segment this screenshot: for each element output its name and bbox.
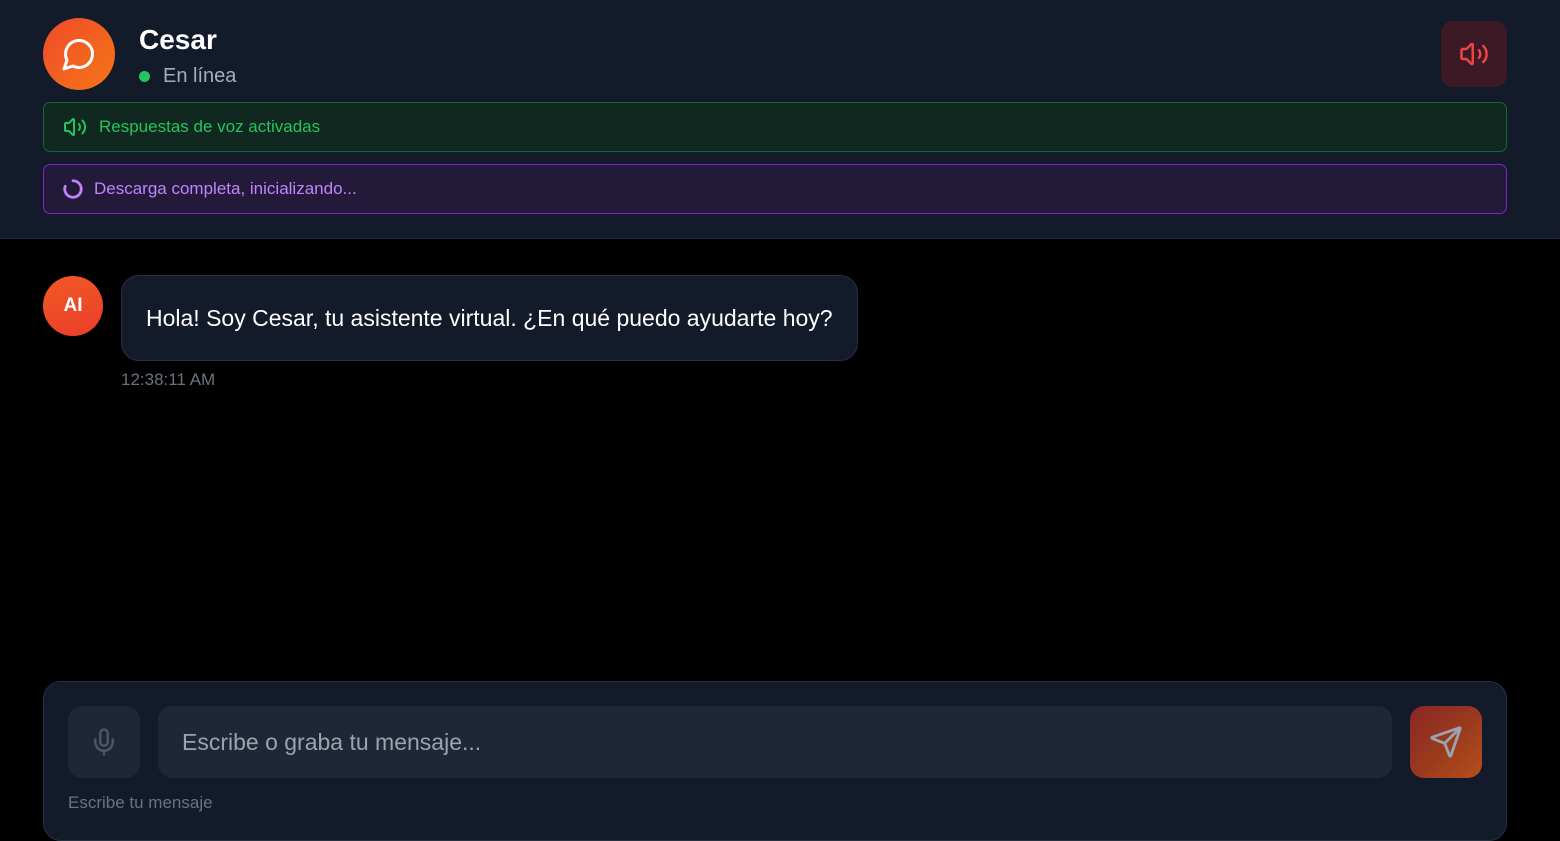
bot-avatar (43, 18, 115, 90)
speaker-icon (63, 115, 87, 139)
online-status: En línea (139, 64, 236, 88)
chat-bubble-icon (61, 36, 97, 72)
composer-hint: Escribe tu mensaje (68, 793, 213, 812)
loading-banner-text: Descarga completa, inicializando... (94, 179, 357, 198)
voice-banner-text: Respuestas de voz activadas (99, 117, 321, 136)
message-input[interactable] (158, 706, 1392, 778)
voice-enabled-banner: Respuestas de voz activadas (43, 102, 1507, 152)
voice-toggle-button[interactable] (1441, 21, 1507, 87)
message-timestamp: 12:38:11 AM (121, 370, 216, 389)
ai-avatar: AI (43, 276, 103, 336)
loading-banner: Descarga completa, inicializando... (43, 164, 1507, 214)
status-dot (139, 70, 150, 82)
message-composer: Escribe tu mensaje (43, 681, 1507, 841)
microphone-icon (89, 727, 119, 757)
bot-name: Cesar (139, 24, 217, 55)
chat-header: Cesar En línea Respuestas de voz activad… (0, 0, 1560, 239)
spinner-icon (62, 178, 84, 200)
record-voice-button[interactable] (68, 706, 140, 778)
status-text: En línea (163, 64, 237, 87)
speaker-icon (1459, 39, 1489, 69)
send-button[interactable] (1410, 706, 1482, 778)
send-icon (1429, 725, 1463, 759)
message-bubble: Hola! Soy Cesar, tu asistente virtual. ¿… (121, 275, 858, 361)
